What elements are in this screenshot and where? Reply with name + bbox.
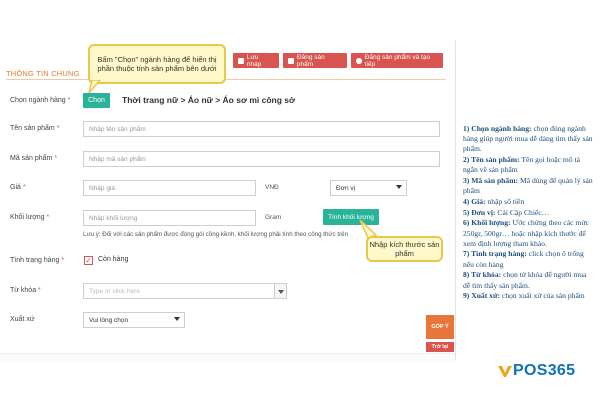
weight-label: Khối lượng * xyxy=(10,214,50,221)
in-stock-checkbox[interactable]: ✓ xyxy=(84,256,93,265)
product-sku-input[interactable]: Nhập mã sản phẩm xyxy=(83,151,440,167)
checkmark-icon: ✓ xyxy=(85,255,92,265)
callout-pointer xyxy=(88,80,101,94)
origin-select-value: Vui lòng chọn xyxy=(89,316,129,324)
choose-category-button[interactable]: Chọn xyxy=(83,93,110,108)
feedback-tab[interactable]: GÓP Ý xyxy=(426,315,454,339)
logo-text: POS365 xyxy=(513,362,576,379)
bottom-scrollbar[interactable] xyxy=(0,353,455,362)
help-item: 5) Đơn vị: Cái Cặp Chiếc… xyxy=(463,207,550,217)
back-tab[interactable]: Trở lại xyxy=(426,342,454,352)
price-label: Giá * xyxy=(10,184,26,191)
size-callout-text: Nhập kích thước sản phẩm xyxy=(369,239,440,258)
keyword-input[interactable]: Type or click here xyxy=(83,283,275,299)
logo-mark-icon xyxy=(498,366,512,377)
post-and-create-label: Đăng sản phẩm và tạo tiếp xyxy=(364,53,431,68)
keyword-dropdown-button[interactable] xyxy=(275,283,287,299)
product-form xyxy=(0,40,456,360)
help-item: 7) Tình trạng hàng: click chọn ô trống n… xyxy=(463,249,584,269)
in-stock-label: Còn hàng xyxy=(98,256,129,263)
help-panel: 1) Chọn ngành hàng: chọn đúng ngành hàng… xyxy=(463,124,593,302)
save-draft-label: Lưu nháp xyxy=(246,53,262,68)
size-callout-pointer xyxy=(359,220,378,239)
post-product-button[interactable]: Đăng sản phẩm xyxy=(283,53,347,68)
stock-label: Tình trạng hàng * xyxy=(10,257,65,264)
currency-label: VNĐ xyxy=(265,184,279,191)
weight-unit-label: Gram xyxy=(265,214,282,221)
name-label: Tên sản phẩm * xyxy=(10,125,60,132)
save-draft-button[interactable]: Lưu nháp xyxy=(233,53,279,68)
section-title: THÔNG TIN CHUNG xyxy=(6,69,80,78)
keyword-label: Từ khóa * xyxy=(10,287,41,294)
upload-icon xyxy=(288,57,294,64)
save-icon xyxy=(238,57,244,64)
category-label: Chọn ngành hàng * xyxy=(10,97,71,104)
help-item: 8) Từ khóa: chọn từ khóa để người mua dễ… xyxy=(463,270,587,290)
page: Lưu nháp Đăng sản phẩm Đăng sản phẩm và … xyxy=(0,0,600,400)
product-name-input[interactable]: Nhập tên sản phẩm xyxy=(83,121,440,137)
unit-select-value: Đơn vị xyxy=(336,184,356,192)
plus-circle-icon xyxy=(356,57,362,64)
origin-label: Xuất xứ xyxy=(10,316,35,323)
help-item: 9) Xuất xứ: chọn xuất xứ của sản phẩm xyxy=(463,291,585,301)
section-divider xyxy=(6,79,446,80)
unit-select[interactable]: Đơn vị xyxy=(330,180,407,196)
sku-label: Mã sản phẩm * xyxy=(10,155,58,162)
price-input[interactable]: Nhập giá xyxy=(83,180,256,196)
origin-select[interactable]: Vui lòng chọn xyxy=(83,312,185,328)
weight-note: Lưu ý: Đối với các sản phẩm được đóng gó… xyxy=(83,231,349,238)
category-path: Thời trang nữ > Áo nữ > Áo sơ mi công sở xyxy=(122,95,296,105)
choose-category-callout: Bấm "Chọn" ngành hàng để hiển thị phần t… xyxy=(88,44,226,84)
choose-category-callout-text: Bấm "Chọn" ngành hàng để hiển thị phần t… xyxy=(97,54,217,73)
post-and-create-button[interactable]: Đăng sản phẩm và tạo tiếp xyxy=(351,53,443,68)
help-item: 3) Mã sản phẩm: Mã dùng để quản lý sản p… xyxy=(463,176,593,196)
help-item: 2) Tên sản phẩm: Tên gọi hoặc mô tả ngắn… xyxy=(463,155,581,175)
help-item: 4) Giá: nhập số tiền xyxy=(463,196,525,206)
chevron-down-icon xyxy=(174,317,180,321)
weight-input[interactable]: Nhập khối lượng xyxy=(83,210,256,226)
help-item: 1) Chọn ngành hàng: chọn đúng ngành hàng… xyxy=(463,124,593,154)
help-item: 6) Khối lượng: Ước chừng theo các mức 25… xyxy=(463,218,589,248)
pos365-logo: POS365 xyxy=(497,362,575,380)
post-product-label: Đăng sản phẩm xyxy=(296,53,325,68)
chevron-down-icon xyxy=(396,185,402,189)
